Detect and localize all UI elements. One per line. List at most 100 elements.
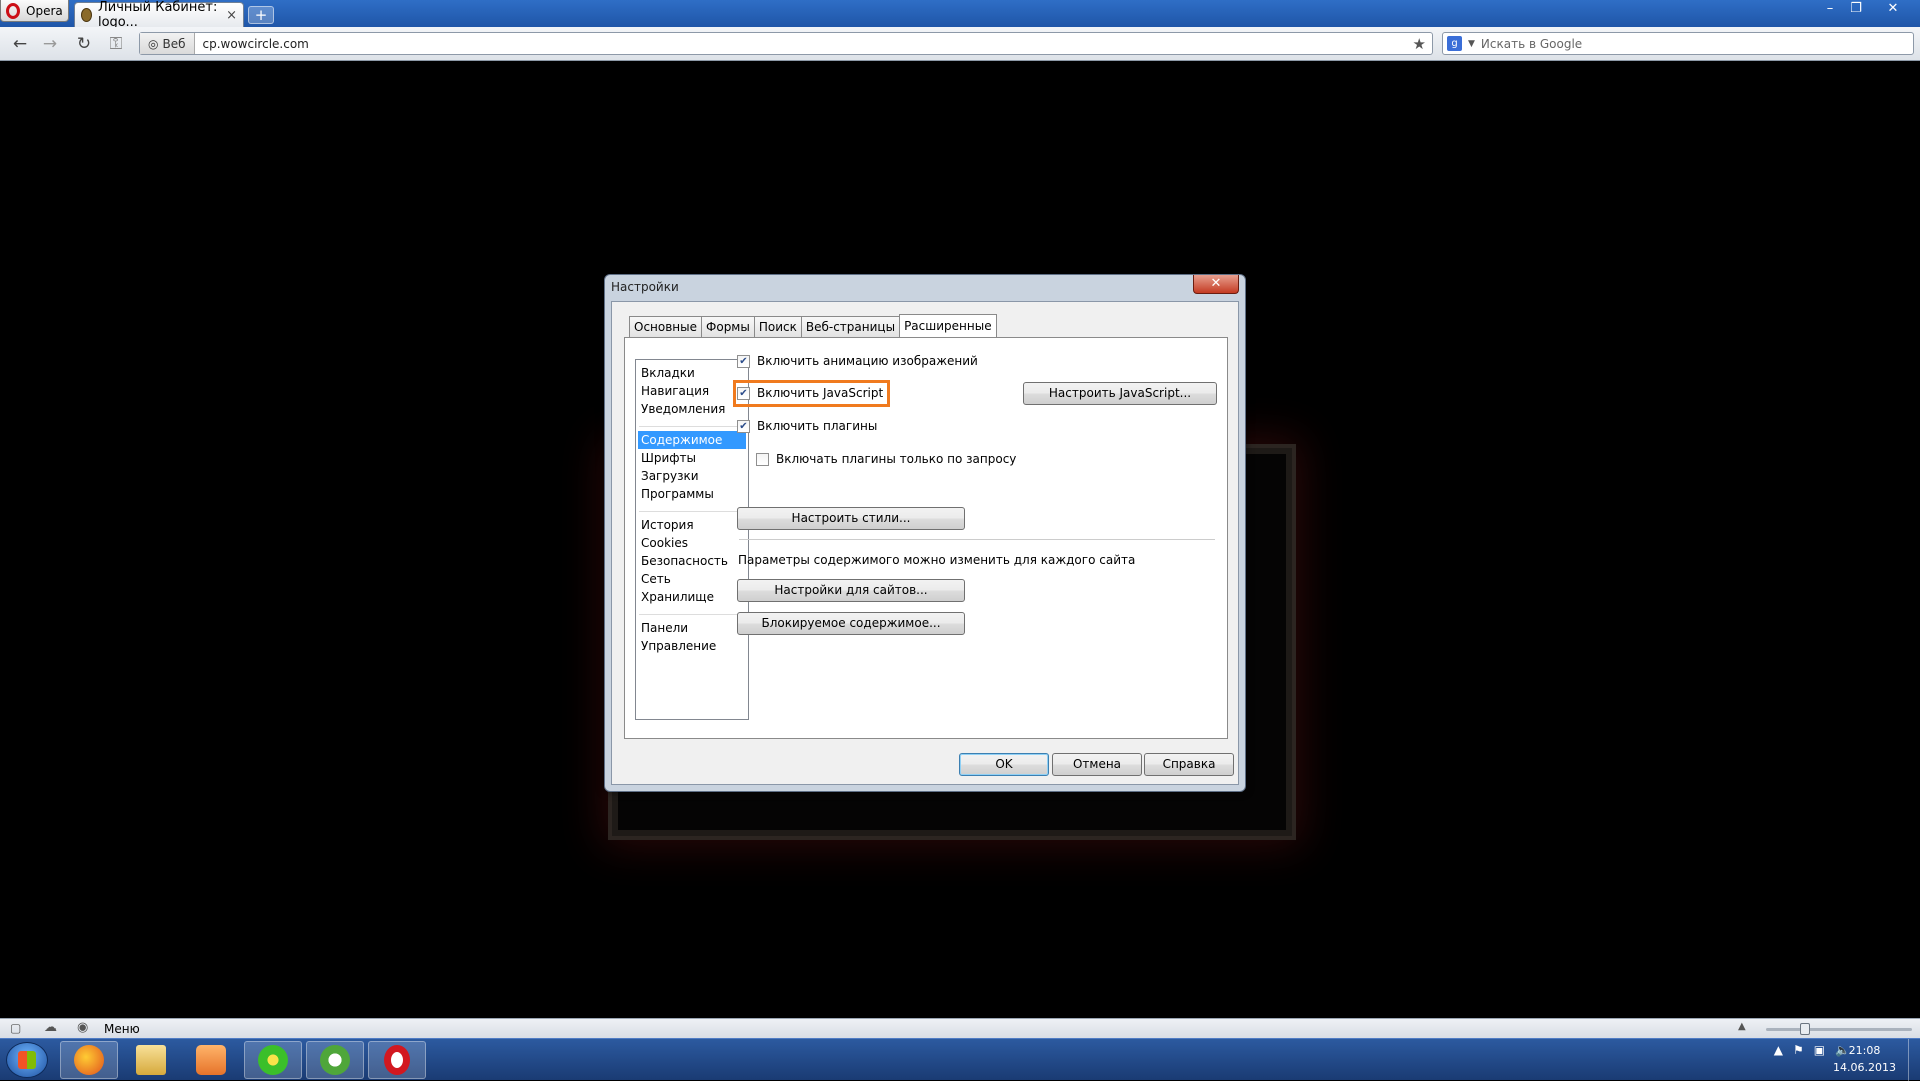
taskbar-firefox[interactable] — [60, 1041, 118, 1079]
javascript-label: Включить JavaScript — [757, 386, 884, 400]
statusbar-menu[interactable]: Меню — [104, 1022, 140, 1036]
advanced-panel: Вкладки Навигация Уведомления Содержимое… — [624, 337, 1228, 739]
sidebar-item-fonts[interactable]: Шрифты — [638, 449, 746, 467]
search-placeholder: Искать в Google — [1480, 36, 1583, 51]
firefox-icon — [74, 1045, 104, 1075]
page-content: Настройки ✕ Основные Формы Поиск Веб-стр… — [0, 62, 1920, 1018]
address-security-badge[interactable]: ◎ Веб — [140, 33, 195, 54]
restore-button[interactable]: ❐ — [1844, 0, 1868, 18]
browser-statusbar: ▢ ☁ ◉ Меню ▲ — [0, 1018, 1920, 1038]
bookmark-star-icon[interactable]: ★ — [1413, 35, 1426, 53]
forward-icon[interactable]: → — [38, 33, 62, 55]
dialog-title: Настройки — [611, 280, 679, 294]
taskbar-explorer[interactable] — [122, 1041, 180, 1079]
ok-button[interactable]: OK — [959, 753, 1049, 776]
tray-expand-icon[interactable]: ▲ — [1774, 1043, 1783, 1057]
animation-checkbox[interactable]: ✔ — [737, 354, 750, 368]
icq-icon — [258, 1045, 288, 1075]
search-engine-dropdown-icon[interactable]: ▼ — [1468, 39, 1475, 49]
tab-advanced[interactable]: Расширенные — [899, 314, 997, 337]
dialog-body: Основные Формы Поиск Веб-страницы Расшир… — [611, 301, 1239, 785]
sidebar-item-content[interactable]: Содержимое — [638, 431, 746, 449]
sidebar-divider — [639, 511, 745, 512]
javascript-checkbox-row[interactable]: ✔ Включить JavaScript — [737, 386, 883, 400]
sidebar-item-programs[interactable]: Программы — [638, 485, 746, 503]
zoom-slider-knob[interactable] — [1800, 1023, 1810, 1035]
tab-basic[interactable]: Основные — [629, 316, 703, 337]
taskbar-utorrent[interactable] — [306, 1041, 364, 1079]
reload-icon[interactable]: ↻ — [72, 33, 96, 55]
cancel-button[interactable]: Отмена — [1052, 753, 1142, 776]
address-badge-label: Веб — [162, 36, 186, 51]
windows-taskbar: ▲ ⚑ ▣ 🔈 21:08 14.06.2013 — [0, 1038, 1920, 1081]
address-url[interactable]: cp.wowcircle.com — [195, 37, 309, 51]
browser-toolbar: ← → ↻ ⚿ ◎ Веб cp.wowcircle.com ★ g ▼ Иск… — [0, 27, 1920, 61]
taskbar-media-player[interactable] — [182, 1041, 240, 1079]
show-desktop-button[interactable] — [1908, 1039, 1920, 1081]
tab-forms[interactable]: Формы — [701, 316, 755, 337]
animation-checkbox-row[interactable]: ✔ Включить анимацию изображений — [737, 354, 978, 368]
opera-logo-icon — [6, 2, 20, 19]
window-close-button[interactable]: ✕ — [1870, 0, 1916, 18]
animation-label: Включить анимацию изображений — [757, 354, 978, 368]
windows-logo-icon — [18, 1051, 36, 1069]
tab-favicon-icon — [81, 8, 92, 22]
sidebar-item-tabs[interactable]: Вкладки — [638, 364, 746, 382]
site-settings-button[interactable]: Настройки для сайтов... — [737, 579, 965, 602]
sidebar-item-management[interactable]: Управление — [638, 637, 746, 655]
plugins-checkbox-row[interactable]: ✔ Включить плагины — [737, 419, 877, 433]
sidebar-item-panels[interactable]: Панели — [638, 619, 746, 637]
browser-titlebar: Opera Личный Кабинет: logo... × + – ❐ ✕ — [0, 0, 1920, 30]
taskbar-icq[interactable] — [244, 1041, 302, 1079]
plugins-checkbox[interactable]: ✔ — [737, 419, 750, 433]
zoom-slider[interactable] — [1766, 1023, 1912, 1035]
tab-close-icon[interactable]: × — [226, 8, 237, 23]
blocked-content-button[interactable]: Блокируемое содержимое... — [737, 612, 965, 635]
browser-tab[interactable]: Личный Кабинет: logo... × — [74, 0, 244, 30]
sidebar-item-security[interactable]: Безопасность — [638, 552, 746, 570]
settings-dialog: Настройки ✕ Основные Формы Поиск Веб-стр… — [604, 274, 1246, 792]
minimize-button[interactable]: – — [1818, 0, 1842, 18]
view-toggle-icon[interactable]: ▲ — [1738, 1021, 1746, 1032]
javascript-checkbox[interactable]: ✔ — [737, 386, 750, 400]
configure-styles-button[interactable]: Настроить стили... — [737, 507, 965, 530]
taskbar-opera[interactable] — [368, 1041, 426, 1079]
turbo-icon[interactable]: ◉ — [77, 1020, 88, 1035]
clock-time: 21:08 — [1848, 1044, 1881, 1057]
plugins-on-demand-label: Включать плагины только по запросу — [776, 452, 1017, 466]
clock[interactable]: 21:08 14.06.2013 — [1833, 1042, 1896, 1076]
dialog-close-button[interactable]: ✕ — [1193, 275, 1239, 294]
sidebar-item-history[interactable]: История — [638, 516, 746, 534]
tab-search[interactable]: Поиск — [753, 316, 802, 337]
clock-date: 14.06.2013 — [1833, 1061, 1896, 1074]
address-bar[interactable]: ◎ Веб cp.wowcircle.com ★ — [139, 32, 1433, 55]
settings-category-list: Вкладки Навигация Уведомления Содержимое… — [635, 359, 749, 720]
configure-javascript-button[interactable]: Настроить JavaScript... — [1023, 382, 1217, 405]
folder-icon — [136, 1045, 166, 1075]
network-icon[interactable]: ▣ — [1814, 1043, 1825, 1057]
flag-icon[interactable]: ⚑ — [1793, 1043, 1804, 1057]
sidebar-item-navigation[interactable]: Навигация — [638, 382, 746, 400]
sidebar-item-storage[interactable]: Хранилище — [638, 588, 746, 606]
sidebar-item-network[interactable]: Сеть — [638, 570, 746, 588]
section-divider — [739, 539, 1215, 540]
back-icon[interactable]: ← — [8, 33, 32, 55]
opera-menu-button[interactable]: Opera — [0, 0, 69, 22]
panel-toggle-icon[interactable]: ▢ — [10, 1021, 21, 1035]
help-button[interactable]: Справка — [1144, 753, 1234, 776]
plugins-on-demand-checkbox[interactable] — [756, 452, 769, 466]
new-tab-button[interactable]: + — [248, 6, 274, 24]
globe-icon: ◎ — [148, 36, 159, 51]
plugins-on-demand-checkbox-row[interactable]: Включать плагины только по запросу — [756, 452, 1016, 466]
start-button[interactable] — [6, 1042, 48, 1078]
tab-webpages[interactable]: Веб-страницы — [800, 316, 901, 337]
sidebar-item-notifications[interactable]: Уведомления — [638, 400, 746, 418]
search-field[interactable]: g ▼ Искать в Google — [1442, 32, 1914, 55]
plugins-label: Включить плагины — [757, 419, 878, 433]
sidebar-item-downloads[interactable]: Загрузки — [638, 467, 746, 485]
google-icon[interactable]: g — [1447, 36, 1462, 51]
sidebar-item-cookies[interactable]: Cookies — [638, 534, 746, 552]
cloud-icon[interactable]: ☁ — [44, 1020, 57, 1035]
settings-tabs: Основные Формы Поиск Веб-страницы Расшир… — [629, 314, 997, 337]
key-icon[interactable]: ⚿ — [104, 33, 128, 55]
